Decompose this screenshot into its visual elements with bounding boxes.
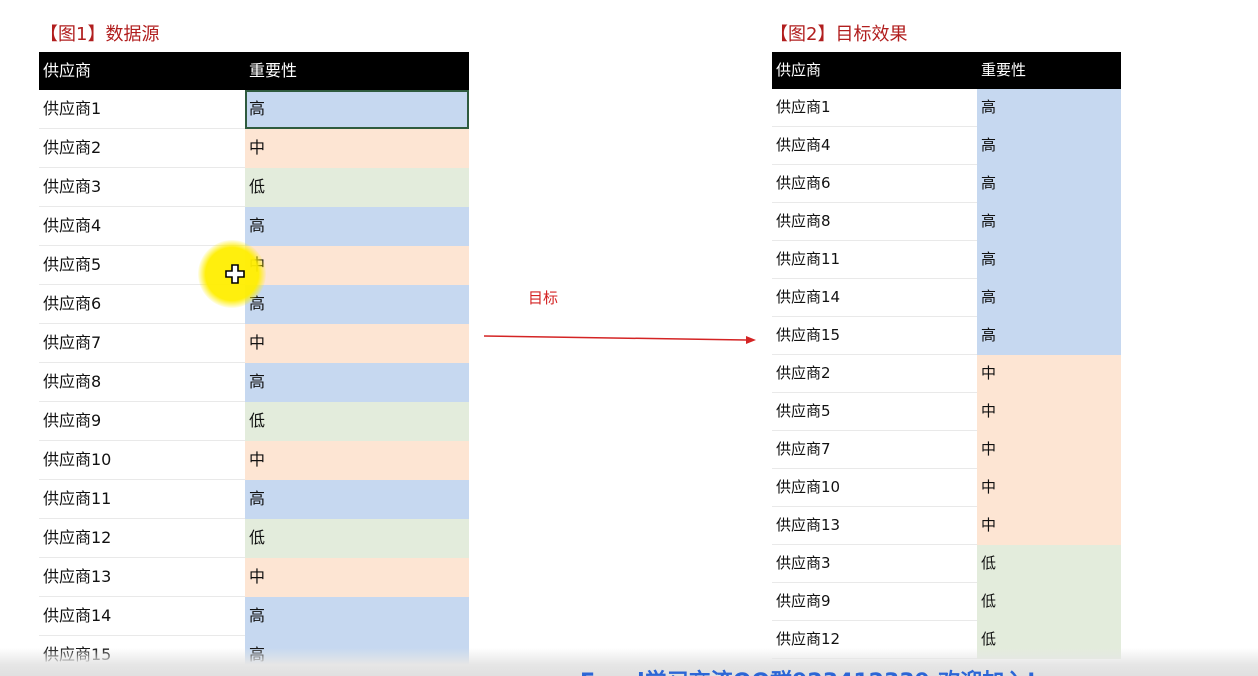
figure2-title: 【图2】目标效果 — [770, 24, 908, 45]
source-table-row: 供应商10 中 — [39, 440, 469, 480]
target-table-row: 供应商6 高 — [772, 164, 1121, 203]
target-table-row: 供应商1 高 — [772, 89, 1121, 127]
source-importance-cell[interactable]: 高 — [245, 90, 469, 129]
source-table-row: 供应商14 高 — [39, 596, 469, 636]
target-supplier-cell[interactable]: 供应商5 — [772, 392, 977, 431]
arrow-right-icon — [484, 335, 756, 344]
cell-cursor-icon — [225, 264, 245, 284]
source-importance-cell[interactable]: 中 — [245, 128, 469, 168]
source-header-supplier[interactable]: 供应商 — [39, 52, 245, 90]
source-supplier-cell[interactable]: 供应商4 — [39, 206, 245, 246]
target-importance-cell[interactable]: 中 — [977, 354, 1121, 393]
target-supplier-cell[interactable]: 供应商6 — [772, 164, 977, 203]
source-importance-cell[interactable]: 中 — [245, 245, 469, 285]
source-table-header-row: 供应商 重要性 — [39, 52, 469, 90]
target-importance-cell[interactable]: 高 — [977, 240, 1121, 279]
target-table-row: 供应商14 高 — [772, 278, 1121, 317]
target-importance-cell[interactable]: 中 — [977, 468, 1121, 507]
banner-text: Excel学习交流QQ群923412339,欢迎加入! — [580, 664, 1036, 676]
target-supplier-cell[interactable]: 供应商9 — [772, 582, 977, 621]
source-importance-cell[interactable]: 高 — [245, 284, 469, 324]
figure1-title: 【图1】数据源 — [40, 24, 160, 45]
source-table-body: 供应商1高供应商2中供应商3低供应商4高供应商5中供应商6高供应商7中供应商8高… — [39, 90, 469, 675]
target-supplier-cell[interactable]: 供应商10 — [772, 468, 977, 507]
source-importance-cell[interactable]: 低 — [245, 518, 469, 558]
target-table-row: 供应商10 中 — [772, 468, 1121, 507]
target-importance-cell[interactable]: 高 — [977, 202, 1121, 241]
arrow-label: 目标 — [528, 289, 559, 307]
source-importance-cell[interactable]: 中 — [245, 557, 469, 597]
target-importance-cell[interactable]: 高 — [977, 89, 1121, 127]
source-importance-cell[interactable]: 高 — [245, 479, 469, 519]
source-supplier-cell[interactable]: 供应商11 — [39, 479, 245, 519]
target-importance-cell[interactable]: 低 — [977, 544, 1121, 583]
source-importance-cell[interactable]: 高 — [245, 362, 469, 402]
target-table-row: 供应商11 高 — [772, 240, 1121, 279]
target-supplier-cell[interactable]: 供应商1 — [772, 89, 977, 127]
source-table-row: 供应商7 中 — [39, 323, 469, 363]
source-importance-cell[interactable]: 中 — [245, 440, 469, 480]
target-importance-cell[interactable]: 高 — [977, 164, 1121, 203]
source-table-row: 供应商8 高 — [39, 362, 469, 402]
target-table-row: 供应商13 中 — [772, 506, 1121, 545]
source-supplier-cell[interactable]: 供应商2 — [39, 128, 245, 168]
target-supplier-cell[interactable]: 供应商13 — [772, 506, 977, 545]
target-supplier-cell[interactable]: 供应商4 — [772, 126, 977, 165]
target-importance-cell[interactable]: 中 — [977, 430, 1121, 469]
target-supplier-cell[interactable]: 供应商2 — [772, 354, 977, 393]
source-table-row: 供应商9 低 — [39, 401, 469, 441]
target-importance-cell[interactable]: 高 — [977, 278, 1121, 317]
target-table-header-row: 供应商 重要性 — [772, 52, 1121, 89]
source-table-row: 供应商1 高 — [39, 90, 469, 129]
target-table-row: 供应商9 低 — [772, 582, 1121, 621]
source-supplier-cell[interactable]: 供应商3 — [39, 167, 245, 207]
target-importance-cell[interactable]: 中 — [977, 506, 1121, 545]
target-importance-cell[interactable]: 高 — [977, 316, 1121, 355]
target-importance-cell[interactable]: 高 — [977, 126, 1121, 165]
source-table: 供应商 重要性 供应商1高供应商2中供应商3低供应商4高供应商5中供应商6高供应… — [39, 52, 469, 675]
source-table-row: 供应商2 中 — [39, 128, 469, 168]
source-supplier-cell[interactable]: 供应商13 — [39, 557, 245, 597]
target-supplier-cell[interactable]: 供应商14 — [772, 278, 977, 317]
source-importance-cell[interactable]: 高 — [245, 596, 469, 636]
target-table-row: 供应商3 低 — [772, 544, 1121, 583]
target-table-body: 供应商1 高供应商4 高供应商6 高供应商8 高供应商11 高供应商14 高供应商15 高供应… — [772, 89, 1121, 659]
source-importance-cell[interactable]: 高 — [245, 206, 469, 246]
source-header-importance[interactable]: 重要性 — [245, 52, 469, 90]
target-table-row: 供应商2 中 — [772, 354, 1121, 393]
source-table-row: 供应商12 低 — [39, 518, 469, 558]
target-header-supplier[interactable]: 供应商 — [772, 52, 977, 89]
target-table-row: 供应商7 中 — [772, 430, 1121, 469]
target-supplier-cell[interactable]: 供应商15 — [772, 316, 977, 355]
source-table-row: 供应商11 高 — [39, 479, 469, 519]
target-importance-cell[interactable]: 低 — [977, 582, 1121, 621]
source-table-row: 供应商4 高 — [39, 206, 469, 246]
source-supplier-cell[interactable]: 供应商1 — [39, 90, 245, 129]
source-supplier-cell[interactable]: 供应商7 — [39, 323, 245, 363]
target-importance-cell[interactable]: 中 — [977, 392, 1121, 431]
source-supplier-cell[interactable]: 供应商9 — [39, 401, 245, 441]
target-table-row: 供应商5 中 — [772, 392, 1121, 431]
source-table-row: 供应商13 中 — [39, 557, 469, 597]
target-supplier-cell[interactable]: 供应商7 — [772, 430, 977, 469]
target-supplier-cell[interactable]: 供应商11 — [772, 240, 977, 279]
target-supplier-cell[interactable]: 供应商3 — [772, 544, 977, 583]
source-supplier-cell[interactable]: 供应商14 — [39, 596, 245, 636]
target-table-row: 供应商8 高 — [772, 202, 1121, 241]
source-table-row: 供应商3 低 — [39, 167, 469, 207]
target-supplier-cell[interactable]: 供应商8 — [772, 202, 977, 241]
target-table-row: 供应商4 高 — [772, 126, 1121, 165]
target-table: 供应商 重要性 供应商1 高供应商4 高供应商6 高供应商8 高供应商11 高供应商14 高… — [772, 52, 1121, 659]
source-supplier-cell[interactable]: 供应商10 — [39, 440, 245, 480]
page: 【图1】数据源 【图2】目标效果 供应商 重要性 供应商1 高供应商2 中供应商3 低… — [0, 0, 1258, 676]
target-header-importance[interactable]: 重要性 — [977, 52, 1121, 89]
source-supplier-cell[interactable]: 供应商12 — [39, 518, 245, 558]
source-supplier-cell[interactable]: 供应商8 — [39, 362, 245, 402]
source-importance-cell[interactable]: 中 — [245, 323, 469, 363]
source-importance-cell[interactable]: 低 — [245, 167, 469, 207]
source-importance-cell[interactable]: 低 — [245, 401, 469, 441]
target-table-row: 供应商15 高 — [772, 316, 1121, 355]
